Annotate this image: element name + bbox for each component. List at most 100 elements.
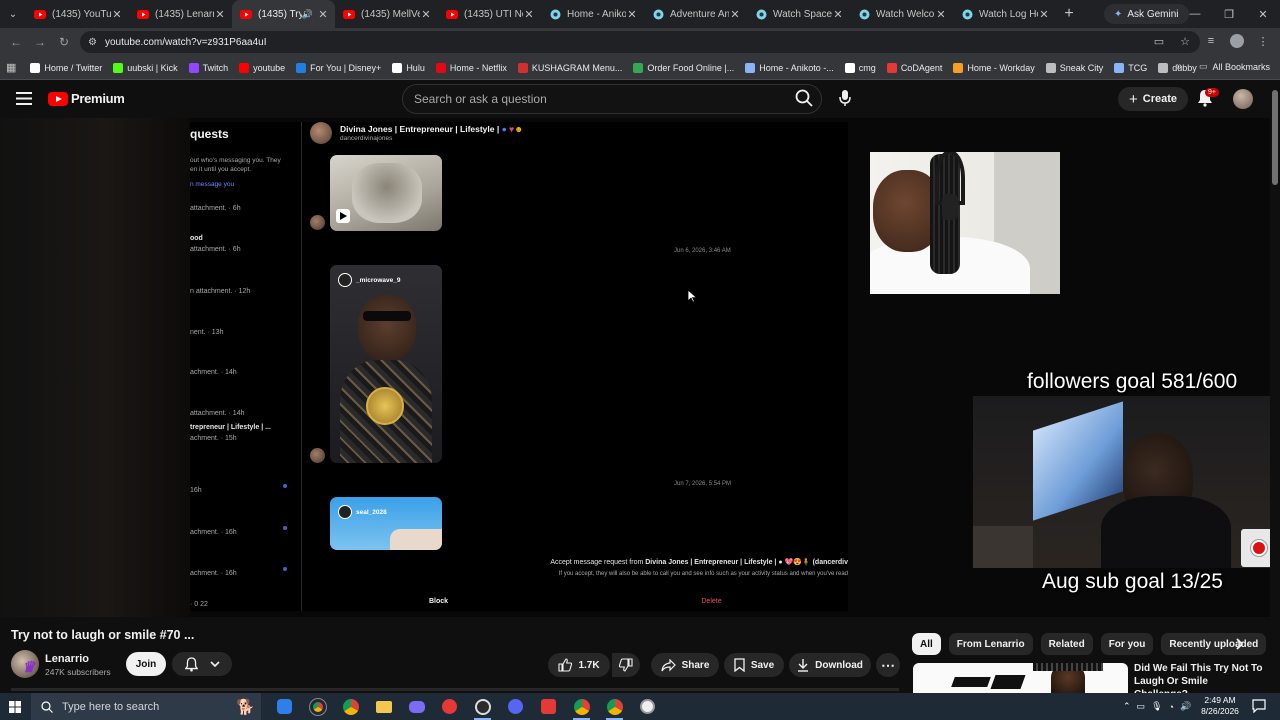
scrollbar-thumb[interactable] — [1272, 90, 1278, 185]
tab-close-icon[interactable]: ✕ — [523, 8, 535, 21]
bookmark-item[interactable]: uubski | Kick — [113, 62, 178, 73]
search-icon[interactable] — [795, 89, 813, 107]
taskbar-search-input[interactable]: Type here to search 🐕 — [31, 693, 261, 720]
taskbar-clock[interactable]: 2:49 AM 8/26/2026 — [1200, 695, 1240, 717]
dislike-button[interactable] — [612, 653, 640, 677]
profile-icon[interactable] — [1228, 32, 1246, 50]
youtube-premium-logo[interactable]: Premium — [48, 91, 125, 106]
bookmark-item[interactable]: Sneak City — [1045, 62, 1103, 73]
bookmark-item[interactable]: youtube — [239, 62, 285, 73]
page-scrollbar[interactable] — [1270, 80, 1280, 690]
video-player[interactable]: quests out who's messaging you. They en … — [0, 118, 1270, 617]
taskbar-app-chrome-3-icon[interactable] — [598, 693, 631, 720]
tray-chevron-up-icon[interactable]: ⌃ — [1123, 701, 1131, 712]
taskbar-app-game-icon[interactable] — [400, 693, 433, 720]
tab-close-icon[interactable]: ✕ — [935, 8, 947, 21]
taskbar-app-chrome-2-icon[interactable] — [565, 693, 598, 720]
bookmark-item[interactable]: For You | Disney+ — [296, 62, 381, 73]
tray-volume-icon[interactable]: 🔊 — [1180, 701, 1191, 712]
tab-close-icon[interactable]: ✕ — [729, 8, 741, 21]
new-tab-button[interactable]: + — [1056, 5, 1082, 23]
microphone-icon[interactable] — [838, 89, 852, 107]
menu-kebab-icon[interactable]: ⋮ — [1254, 32, 1272, 50]
close-window-icon[interactable]: ✕ — [1246, 0, 1280, 28]
taskbar-app-adobe-icon[interactable] — [532, 693, 565, 720]
taskbar-app-obs-icon[interactable] — [466, 693, 499, 720]
filter-chip[interactable]: Related — [1040, 633, 1093, 655]
taskbar-app-file-explorer-icon[interactable] — [367, 693, 400, 720]
chevron-right-icon[interactable] — [1236, 638, 1244, 650]
bookmark-item[interactable]: CoDAgent — [886, 62, 942, 73]
search-input[interactable]: Search or ask a question — [402, 84, 822, 114]
tab-close-icon[interactable]: ✕ — [832, 8, 844, 21]
browser-tab[interactable]: (1435) UTI Nos✕ — [438, 0, 541, 28]
bookmark-star-icon[interactable]: ☆ — [1176, 32, 1194, 50]
account-avatar[interactable] — [1233, 89, 1253, 109]
join-button[interactable]: Join — [126, 652, 166, 676]
tab-close-icon[interactable]: ✕ — [317, 8, 329, 21]
forward-icon[interactable]: → — [28, 30, 52, 54]
subscription-bell-button[interactable] — [172, 652, 232, 676]
like-button[interactable]: 1.7K — [548, 653, 610, 677]
taskbar-app-media-player-icon[interactable] — [433, 693, 466, 720]
filter-chip[interactable]: From Lenarrio — [948, 633, 1033, 655]
restore-icon[interactable]: ❐ — [1212, 0, 1246, 28]
taskbar-app-discord-icon[interactable] — [499, 693, 532, 720]
taskbar-app-chrome-icon[interactable] — [334, 693, 367, 720]
reload-icon[interactable]: ↻ — [52, 30, 76, 54]
back-icon[interactable]: ← — [4, 30, 28, 54]
bookmark-item[interactable]: Home - Anikoto -... — [745, 62, 834, 73]
taskbar-app-clock-icon[interactable] — [631, 693, 664, 720]
bookmark-item[interactable]: Twitch — [188, 62, 228, 73]
apps-grid-icon[interactable]: ▦ — [6, 61, 16, 74]
url-field[interactable]: ⚙ youtube.com/watch?v=z931P6aa4uI — [80, 31, 1200, 53]
taskbar-app-chrome-profile-1-icon[interactable] — [301, 693, 334, 720]
tray-wifi-icon[interactable]: ◔ — [1169, 702, 1174, 712]
browser-tab[interactable]: Watch Log Hor✕ — [953, 0, 1056, 28]
browser-tab[interactable]: Watch Welcom✕ — [850, 0, 953, 28]
browser-tab[interactable]: Home - Anikoto✕ — [541, 0, 644, 28]
browser-tab[interactable]: (1435) Try n🔊 ✕ — [232, 0, 335, 28]
bookmarks-overflow-icon[interactable]: » — [1176, 61, 1182, 72]
browser-tab[interactable]: (1435) MellVen✕ — [335, 0, 438, 28]
create-button[interactable]: + Create — [1118, 87, 1188, 111]
channel-name[interactable]: Lenarrio — [45, 653, 89, 665]
bookmark-item[interactable]: KUSHAGRAM Menu... — [517, 62, 622, 73]
recommended-video-thumbnail[interactable] — [913, 663, 1128, 693]
bookmark-item[interactable]: Order Food Online |... — [633, 62, 734, 73]
cast-icon[interactable]: ▭ — [1150, 32, 1168, 50]
bookmark-item[interactable]: cmg — [844, 62, 876, 73]
tab-audio-icon[interactable]: 🔊 — [302, 9, 313, 20]
share-button[interactable]: Share — [651, 653, 719, 677]
filter-chip[interactable]: All — [912, 633, 941, 655]
more-actions-button[interactable]: ⋯ — [876, 653, 900, 677]
browser-tab[interactable]: (1435) Lenarrio✕ — [129, 0, 232, 28]
tray-network-icon[interactable]: ▭ — [1137, 701, 1146, 712]
bookmark-item[interactable]: TCG — [1114, 62, 1147, 73]
tab-close-icon[interactable]: ✕ — [626, 8, 638, 21]
tab-search-button[interactable]: ⌄ — [0, 0, 26, 28]
download-button[interactable]: Download — [789, 653, 871, 677]
filter-chip[interactable]: For you — [1100, 633, 1154, 655]
filter-chip[interactable]: Recently uploaded — [1161, 633, 1267, 655]
bookmark-item[interactable]: Home - Netflix — [435, 62, 507, 73]
all-bookmarks-button[interactable]: ▭ All Bookmarks — [1199, 61, 1270, 72]
tray-mic-icon[interactable]: 🎙 — [1151, 701, 1162, 712]
taskbar-app-phone-link-icon[interactable] — [268, 693, 301, 720]
windows-start-icon[interactable] — [0, 693, 30, 720]
ask-gemini-button[interactable]: ✦ Ask Gemini — [1104, 4, 1189, 24]
tab-close-icon[interactable]: ✕ — [111, 8, 123, 21]
browser-tab[interactable]: Adventure Ani ✕ — [644, 0, 747, 28]
hamburger-menu-icon[interactable] — [16, 92, 32, 105]
save-button[interactable]: Save — [724, 653, 784, 677]
browser-tab[interactable]: Watch Space P✕ — [747, 0, 850, 28]
browser-tab[interactable]: (1435) YouTube✕ — [26, 0, 129, 28]
bookmark-item[interactable]: Hulu — [392, 62, 425, 73]
site-info-icon[interactable]: ⚙ — [88, 37, 97, 48]
minimize-icon[interactable]: — — [1178, 0, 1212, 28]
tab-close-icon[interactable]: ✕ — [214, 8, 226, 21]
bookmark-item[interactable]: Home - Workday — [953, 62, 1035, 73]
notification-center-icon[interactable] — [1252, 699, 1266, 713]
tab-close-icon[interactable]: ✕ — [420, 8, 432, 21]
bookmark-item[interactable]: Home / Twitter — [30, 62, 102, 73]
